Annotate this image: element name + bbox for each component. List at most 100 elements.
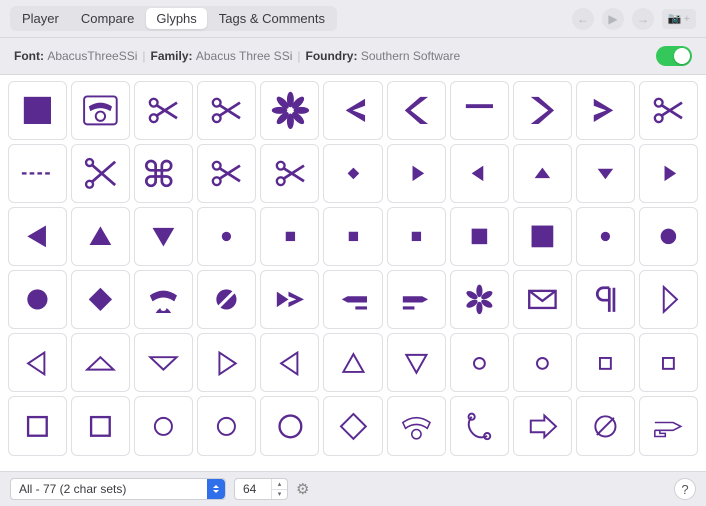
toolbar: Player Compare Glyphs Tags & Comments ← … <box>0 0 706 38</box>
glyph-square-outline-small[interactable] <box>639 333 698 392</box>
glyph-triangle-right-outline[interactable] <box>197 333 256 392</box>
glyph-triangle-down-small[interactable] <box>576 144 635 203</box>
glyph-hand-point-right[interactable] <box>387 270 446 329</box>
glyph-scissors[interactable] <box>260 144 319 203</box>
glyph-telephone-framed[interactable] <box>71 81 130 140</box>
forward-button[interactable]: → <box>632 8 654 30</box>
glyph-envelope[interactable] <box>513 270 572 329</box>
font-label: Font: <box>14 49 44 63</box>
foundry-value: Southern Software <box>361 49 460 63</box>
tab-player[interactable]: Player <box>12 8 69 29</box>
tab-group: Player Compare Glyphs Tags & Comments <box>10 6 337 31</box>
glyph-command[interactable] <box>134 144 193 203</box>
help-button[interactable]: ? <box>674 478 696 500</box>
glyph-triangle-up-small[interactable] <box>513 144 572 203</box>
glyph-triangle-down-outline-wide[interactable] <box>134 333 193 392</box>
glyph-grid <box>8 81 698 456</box>
glyph-arrow-right-outline[interactable] <box>513 396 572 455</box>
glyph-triangle-left[interactable] <box>8 207 67 266</box>
glyph-triangle-left-small[interactable] <box>450 144 509 203</box>
active-toggle[interactable] <box>656 46 692 66</box>
glyph-circle-large[interactable] <box>8 270 67 329</box>
glyph-dashed-line[interactable] <box>8 144 67 203</box>
glyph-circle-outline[interactable] <box>197 396 256 455</box>
charset-dropdown-label: All - 77 (2 char sets) <box>19 482 126 496</box>
glyph-minus-tall[interactable] <box>450 81 509 140</box>
glyph-square-small[interactable] <box>260 207 319 266</box>
glyph-square-medium[interactable] <box>450 207 509 266</box>
glyph-diamond-outline[interactable] <box>323 396 382 455</box>
glyph-pilcrow[interactable] <box>576 270 635 329</box>
family-value: Abacus Three SSi <box>196 49 293 63</box>
play-button[interactable]: ▶ <box>602 8 624 30</box>
camera-icon: 📷 <box>668 12 682 25</box>
glyph-flower-8[interactable] <box>260 81 319 140</box>
glyph-filled-square[interactable] <box>8 81 67 140</box>
glyph-square-large[interactable] <box>513 207 572 266</box>
glyph-telephone[interactable] <box>134 270 193 329</box>
glyph-square-outline-small[interactable] <box>576 333 635 392</box>
glyph-triangle-up-outline-wide[interactable] <box>71 333 130 392</box>
glyph-scissors[interactable] <box>197 81 256 140</box>
glyph-circle-slash[interactable] <box>197 270 256 329</box>
glyph-diamond-large[interactable] <box>71 270 130 329</box>
tab-glyphs[interactable]: Glyphs <box>146 8 206 29</box>
glyph-triangle-right-small[interactable] <box>387 144 446 203</box>
glyph-scissors[interactable] <box>639 81 698 140</box>
glyph-triangle-down-outline[interactable] <box>387 333 446 392</box>
bottom-bar: All - 77 (2 char sets) 64 ▴ ▾ ⚙ ? <box>0 471 706 506</box>
glyph-hand-point-left[interactable] <box>323 270 382 329</box>
foundry-label: Foundry: <box>305 49 357 63</box>
glyph-circle-outline-small[interactable] <box>450 333 509 392</box>
glyph-telephone-outline[interactable] <box>387 396 446 455</box>
size-stepper[interactable]: 64 ▴ ▾ <box>234 478 288 500</box>
charset-dropdown[interactable]: All - 77 (2 char sets) <box>10 478 226 500</box>
stepper-down-icon[interactable]: ▾ <box>272 490 287 500</box>
glyph-triangle-left-outline[interactable] <box>260 333 319 392</box>
tab-compare[interactable]: Compare <box>71 8 144 29</box>
glyph-asterisk[interactable] <box>450 270 509 329</box>
glyph-triangle-down[interactable] <box>134 207 193 266</box>
glyph-diamond-small[interactable] <box>323 144 382 203</box>
glyph-arrow-left-big[interactable] <box>323 81 382 140</box>
glyph-square-outline[interactable] <box>71 396 130 455</box>
glyph-triangle-up-outline[interactable] <box>323 333 382 392</box>
plus-icon: + <box>684 13 690 25</box>
glyph-dot-large[interactable] <box>639 207 698 266</box>
glyph-scissors[interactable] <box>197 144 256 203</box>
dropdown-arrows-icon <box>207 479 225 499</box>
tab-tags-comments[interactable]: Tags & Comments <box>209 8 335 29</box>
glyph-circle-slash-outline[interactable] <box>576 396 635 455</box>
stepper-up-icon[interactable]: ▴ <box>272 479 287 490</box>
glyph-circle-outline-small[interactable] <box>513 333 572 392</box>
glyph-grid-container <box>0 75 706 471</box>
family-label: Family: <box>151 49 193 63</box>
glyph-triangle-right-small[interactable] <box>639 144 698 203</box>
glyph-chevron-right-block[interactable] <box>513 81 572 140</box>
toolbar-right: ← ▶ → 📷 + <box>572 8 696 30</box>
glyph-triangle-up[interactable] <box>71 207 130 266</box>
glyph-arrow-right-big[interactable] <box>576 81 635 140</box>
glyph-square-small[interactable] <box>387 207 446 266</box>
info-bar: Font: AbacusThreeSSi | Family: Abacus Th… <box>0 38 706 75</box>
glyph-handset-swirl[interactable] <box>450 396 509 455</box>
gear-icon[interactable]: ⚙ <box>296 480 309 498</box>
stepper-arrows[interactable]: ▴ ▾ <box>271 479 287 499</box>
glyph-circle-outline-large[interactable] <box>260 396 319 455</box>
glyph-circle-outline[interactable] <box>134 396 193 455</box>
glyph-square-small[interactable] <box>323 207 382 266</box>
font-value: AbacusThreeSSi <box>47 49 137 63</box>
glyph-dot-medium[interactable] <box>576 207 635 266</box>
glyph-arrow-double-right[interactable] <box>260 270 319 329</box>
glyph-triangle-right-outline-tall[interactable] <box>639 270 698 329</box>
glyph-chevron-left-block[interactable] <box>387 81 446 140</box>
glyph-triangle-left-outline[interactable] <box>8 333 67 392</box>
screenshot-button[interactable]: 📷 + <box>662 9 696 29</box>
back-button[interactable]: ← <box>572 8 594 30</box>
glyph-scissors[interactable] <box>134 81 193 140</box>
glyph-dot-medium[interactable] <box>197 207 256 266</box>
glyph-square-outline[interactable] <box>8 396 67 455</box>
glyph-hand-point-right-outline[interactable] <box>639 396 698 455</box>
glyph-scissors-open[interactable] <box>71 144 130 203</box>
size-value: 64 <box>243 482 256 496</box>
